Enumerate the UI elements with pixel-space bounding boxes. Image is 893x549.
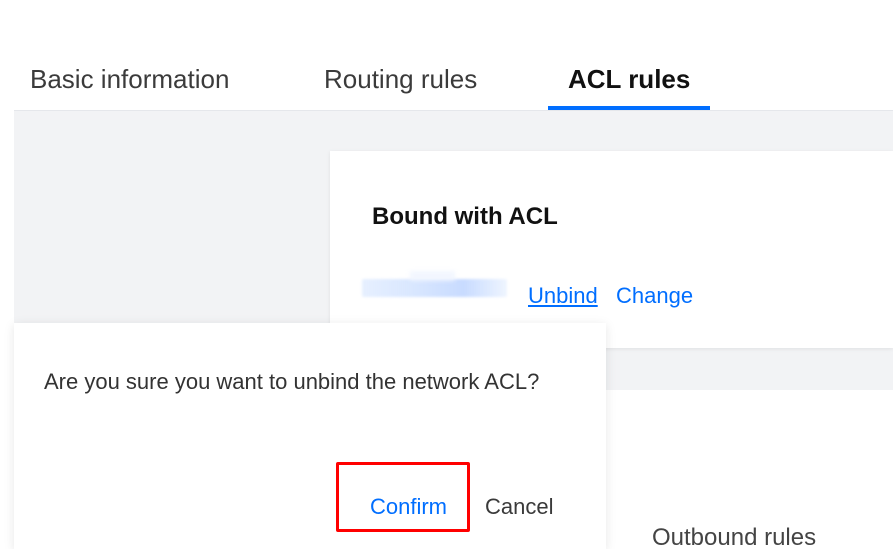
rules-card: Outbound rules: [606, 390, 893, 549]
top-strip: [0, 0, 893, 22]
tab-acl-rules[interactable]: ACL rules: [568, 66, 690, 92]
outbound-rules-label[interactable]: Outbound rules: [652, 524, 816, 549]
acl-id-redacted-highlight: [410, 271, 455, 281]
acl-card-title: Bound with ACL: [372, 203, 558, 230]
unbind-confirm-popover: Are you sure you want to unbind the netw…: [14, 323, 606, 549]
page: Basic information Routing rules ACL rule…: [0, 0, 893, 549]
acl-bound-card: Bound with ACL Unbind Change: [330, 151, 893, 348]
cancel-button[interactable]: Cancel: [485, 494, 553, 520]
tab-basic-information[interactable]: Basic information: [30, 66, 229, 92]
tabs-bar: Basic information Routing rules ACL rule…: [14, 22, 893, 111]
tab-routing-rules[interactable]: Routing rules: [324, 66, 477, 92]
popover-message: Are you sure you want to unbind the netw…: [44, 369, 540, 394]
unbind-link[interactable]: Unbind: [528, 283, 598, 309]
confirm-button[interactable]: Confirm: [370, 494, 447, 520]
active-tab-underline: [548, 106, 710, 110]
change-link[interactable]: Change: [616, 283, 693, 309]
acl-id-redacted: [362, 279, 507, 297]
